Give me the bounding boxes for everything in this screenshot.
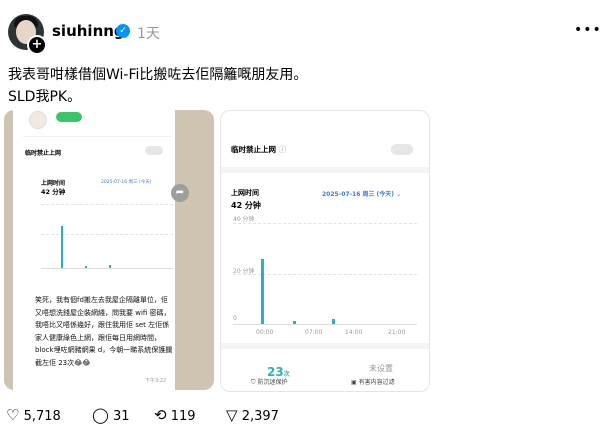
online-time-value: 42 分钟 <box>41 188 66 196</box>
heart-icon: ♡ <box>6 406 20 424</box>
username[interactable]: siuhinng <box>52 22 125 40</box>
comment-icon: ◯ <box>92 406 109 424</box>
date-selector[interactable]: 2025-07-16 周三 (今天) ⌄ <box>322 189 401 198</box>
toggle-label: 临时禁止上网 ⓘ <box>231 145 287 154</box>
online-time-label: 上网时间 <box>231 189 259 197</box>
block-toggle[interactable] <box>145 146 163 155</box>
verified-badge-icon: ✓ <box>116 24 130 38</box>
post-time: 1天 <box>137 26 160 42</box>
block-toggle[interactable] <box>391 144 413 155</box>
x-tick-0: 00:00 <box>256 329 274 336</box>
chat-message-text: 笑死，我有個fd搬左去我屋企隔離單位，佢又唔想洗錢屋企裝網綫，問我要 wifi … <box>35 296 173 367</box>
attached-image-chat[interactable]: 临时禁止上网 上网时间 42 分钟 2025-07-16 周三 (今天) 笑死，… <box>4 110 214 390</box>
chart-bar-main <box>261 259 264 324</box>
blocked-label: ⛉ 防沉迷保护 <box>251 379 288 386</box>
forward-icon[interactable]: ➦ <box>171 184 189 202</box>
more-options-icon[interactable]: ••• <box>574 22 600 38</box>
chart-bar-small-2 <box>332 319 335 324</box>
caption-line-1: 我表哥咁樣借個Wi-Fi比搬咗去佢隔籬嘅朋友用。 <box>8 67 308 83</box>
x-tick-3: 21:00 <box>388 329 406 336</box>
repost-button[interactable]: ⟲ 119 <box>154 406 196 424</box>
chart-bar-small <box>85 266 87 268</box>
toggle-label: 临时禁止上网 <box>25 150 62 157</box>
chart-bar-main <box>61 226 63 268</box>
y-tick-40: 40 分钟 <box>233 216 255 223</box>
post-caption: 我表哥咁樣借個Wi-Fi比搬咗去佢隔籬嘅朋友用。 SLD我PK。 <box>8 64 307 108</box>
caption-line-2: SLD我PK。 <box>8 89 82 105</box>
like-button[interactable]: ♡ 5,718 <box>6 406 61 424</box>
online-time-value: 42 分钟 <box>231 201 261 210</box>
x-tick-2: 14:00 <box>345 329 363 336</box>
chat-screenshot-card: 临时禁止上网 上网时间 42 分钟 2025-07-16 周三 (今天) 笑死，… <box>13 110 175 390</box>
attached-image-app[interactable]: 临时禁止上网 ⓘ 上网时间 42 分钟 2025-07-16 周三 (今天) ⌄… <box>220 110 430 392</box>
chart-bar-small <box>293 321 296 324</box>
shield-icon: ⛉ <box>251 379 256 386</box>
not-set-value: 未设置 <box>369 364 393 373</box>
chevron-down-icon: ⌄ <box>396 191 402 198</box>
chart-bar-small-2 <box>109 265 111 268</box>
friend-avatar <box>29 111 47 129</box>
y-tick-0: 0 <box>233 315 237 322</box>
follow-plus-icon[interactable]: + <box>27 35 47 55</box>
green-tag <box>56 112 82 122</box>
info-icon: ⓘ <box>278 145 287 154</box>
repost-icon: ⟲ <box>154 406 167 424</box>
filter-label: ▣ 有害内容过滤 <box>351 379 395 386</box>
share-button[interactable]: ▽ 2,397 <box>226 406 279 424</box>
date-label[interactable]: 2025-07-16 周三 (今天) <box>101 179 152 185</box>
chat-message-time: 下午3:22 <box>145 378 167 384</box>
filter-icon: ▣ <box>351 379 357 386</box>
send-icon: ▽ <box>226 406 238 424</box>
comment-button[interactable]: ◯ 31 <box>92 406 129 424</box>
x-tick-1: 07:00 <box>305 329 323 336</box>
